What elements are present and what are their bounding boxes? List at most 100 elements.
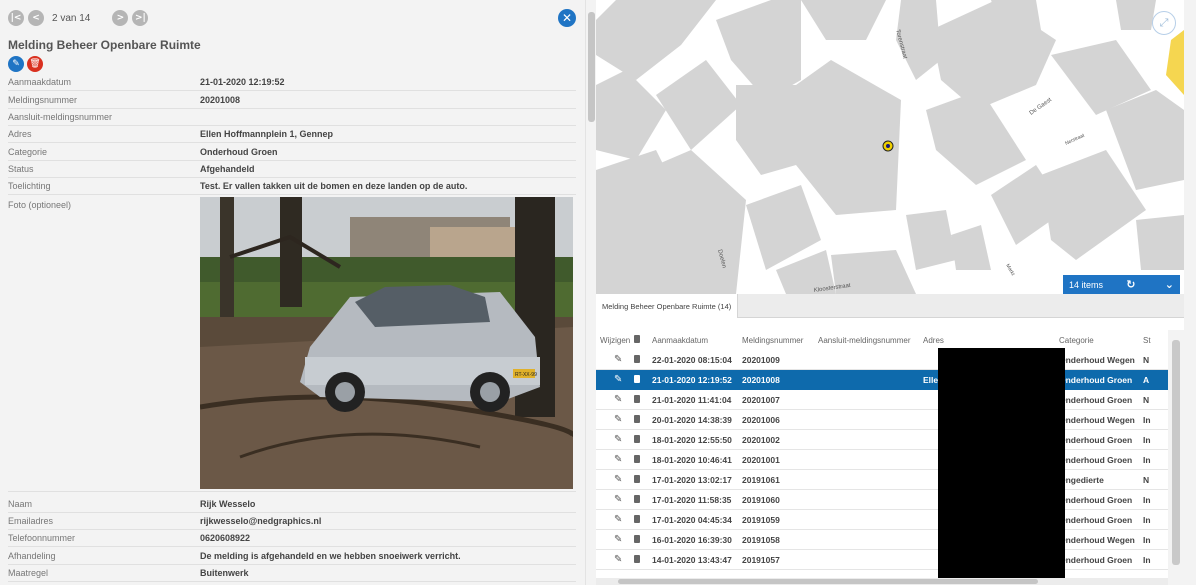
header-aanmaakdatum[interactable]: Aanmaakdatum (652, 336, 742, 345)
edit-row-icon[interactable]: ✎ (596, 374, 632, 385)
delete-button[interactable]: 🗑 (27, 56, 43, 72)
table-row[interactable]: ✎ 20-01-2020 14:38:39 20201006 Onderhoud We… (596, 410, 1168, 430)
table-row[interactable]: ✎ 17-01-2020 04:45:34 20191059 Onderhoud Gr… (596, 510, 1168, 530)
refresh-icon[interactable]: ↻ (1126, 278, 1135, 291)
table-row[interactable]: ✎ 18-01-2020 12:55:50 20201002 Onderhoud Gr… (596, 430, 1168, 450)
header-adres[interactable]: Adres (923, 336, 1059, 345)
edit-row-icon[interactable]: ✎ (596, 534, 632, 545)
field-row: Naam Rijk Wesselo (8, 495, 576, 513)
cell-categorie: Onderhoud Wegen (1059, 534, 1135, 545)
field-row: Aansluit-meldingsnummer (8, 109, 576, 126)
fullscreen-icon[interactable]: ⤢ (1152, 11, 1176, 35)
delete-row-icon[interactable] (632, 454, 652, 465)
cell-meldingsnummer: 20201002 (742, 434, 780, 445)
tab-melding-beheer[interactable]: Melding Beheer Openbare Ruimte (14) (596, 294, 739, 318)
cell-meldingsnummer: 20191057 (742, 554, 780, 565)
edit-row-icon[interactable]: ✎ (596, 394, 632, 405)
delete-row-icon[interactable] (632, 414, 652, 425)
edit-row-icon[interactable]: ✎ (596, 434, 632, 445)
table-row[interactable]: ✎21-01-2020 12:19:5220201008Ellen Hoffma… (596, 370, 1168, 390)
detail-title: Melding Beheer Openbare Ruimte (8, 38, 201, 52)
next-record-icon[interactable]: > (112, 10, 129, 26)
field-row: Adres Ellen Hoffmannplein 1, Gennep (8, 126, 576, 143)
edit-row-icon[interactable]: ✎ (596, 414, 632, 425)
map-view[interactable]: Torenstraat De Gaest Nerstraat Doelen Kl… (596, 0, 1184, 294)
delete-row-icon[interactable] (632, 394, 652, 405)
header-aansluit[interactable]: Aansluit-meldingsnummer (818, 336, 923, 345)
delete-row-icon[interactable] (632, 534, 652, 545)
edit-button[interactable]: ✎ (8, 56, 24, 72)
chevron-down-icon[interactable]: ⌄ (1165, 278, 1174, 291)
cell-meldingsnummer: 20201009 (742, 354, 780, 365)
detail-panel: |< < 2 van 14 > >| ✕ Melding Beheer Open… (0, 0, 585, 585)
table-row[interactable]: ✎ 17-01-2020 11:58:35 20191060 Onderhoud Gr… (596, 490, 1168, 510)
header-status[interactable]: St (1143, 336, 1168, 345)
table-row[interactable]: ✎ 16-01-2020 16:39:30 20191058 Onderhoud We… (596, 530, 1168, 550)
delete-row-icon[interactable] (632, 434, 652, 445)
field-row: Maatregel Buitenwerk (8, 565, 576, 582)
field-row: Aanmaakdatum 21-01-2020 12:19:52 (8, 74, 576, 91)
table-row[interactable]: ✎ 14-01-2020 13:43:47 20191057 Onderhoud Gr… (596, 550, 1168, 570)
header-meldingsnummer[interactable]: Meldingsnummer (742, 336, 818, 345)
header-wijzigen[interactable]: Wijzigen (596, 336, 632, 345)
delete-row-icon[interactable] (632, 354, 652, 365)
cell-meldingsnummer: 20201007 (742, 394, 780, 405)
close-icon[interactable]: ✕ (558, 9, 576, 27)
delete-row-icon[interactable] (632, 514, 652, 525)
cell-categorie: Onderhoud Wegen (1059, 354, 1135, 365)
cell-status: A (1143, 374, 1150, 385)
header-categorie[interactable]: Categorie (1059, 336, 1143, 345)
cell-aanmaakdatum: 16-01-2020 16:39:30 (652, 534, 732, 545)
scrollbar-thumb[interactable] (1172, 340, 1180, 565)
tab-bar: Melding Beheer Openbare Ruimte (14) (596, 294, 1184, 318)
cell-aanmaakdatum: 17-01-2020 13:02:17 (652, 474, 732, 485)
first-record-icon[interactable]: |< (8, 10, 24, 26)
delete-row-icon[interactable] (632, 474, 652, 485)
table-row[interactable]: ✎ 17-01-2020 13:02:17 20191061 Ongedierte N (596, 470, 1168, 490)
table-row[interactable]: ✎ 22-01-2020 08:15:04 20201009 Onderhoud We… (596, 350, 1168, 370)
edit-row-icon[interactable]: ✎ (596, 514, 632, 525)
scrollbar-thumb[interactable] (588, 12, 595, 122)
field-value: 20201008 (200, 94, 241, 105)
items-pill: 14 items ↻ ⌄ (1063, 275, 1180, 294)
field-row: Telefoonnummer 0620608922 (8, 530, 576, 547)
edit-row-icon[interactable]: ✎ (596, 554, 632, 565)
cell-aanmaakdatum: 17-01-2020 11:58:35 (652, 494, 732, 505)
detail-actions: ✎ 🗑 (8, 56, 46, 72)
field-label: Maatregel (8, 568, 49, 578)
field-value: Buitenwerk (200, 568, 249, 578)
field-label: Toelichting (8, 181, 51, 191)
delete-row-icon[interactable] (632, 554, 652, 565)
field-label: Meldingsnummer (8, 94, 78, 105)
edit-row-icon[interactable]: ✎ (596, 454, 632, 465)
results-table: Wijzigen Aanmaakdatum Meldingsnummer Aan… (596, 330, 1168, 585)
edit-row-icon[interactable]: ✎ (596, 474, 632, 485)
cell-status: N (1143, 394, 1150, 405)
cell-aanmaakdatum: 20-01-2020 14:38:39 (652, 414, 732, 425)
cell-meldingsnummer: 20191060 (742, 494, 780, 505)
cell-status: In (1143, 454, 1151, 465)
table-header: Wijzigen Aanmaakdatum Meldingsnummer Aan… (596, 330, 1168, 350)
delete-row-icon[interactable] (632, 494, 652, 505)
delete-row-icon[interactable] (632, 374, 652, 385)
field-value: Test. Er vallen takken uit de bomen en d… (200, 181, 468, 191)
right-edge (1184, 0, 1196, 585)
header-delete-icon (632, 335, 652, 345)
field-label: Emailadres (8, 516, 54, 526)
scrollbar-thumb[interactable] (618, 579, 1038, 584)
edit-row-icon[interactable]: ✎ (596, 354, 632, 365)
table-row[interactable]: ✎ 18-01-2020 10:46:41 20201001 Onderhoud Gr… (596, 450, 1168, 470)
cell-categorie: Onderhoud Groen (1059, 394, 1133, 405)
cell-meldingsnummer: 20201001 (742, 454, 780, 465)
cell-aanmaakdatum: 22-01-2020 08:15:04 (652, 354, 732, 365)
field-label: Naam (8, 498, 33, 509)
detail-scrollbar[interactable] (585, 0, 596, 585)
table-scrollbar[interactable] (1168, 330, 1184, 585)
edit-row-icon[interactable]: ✎ (596, 494, 632, 505)
table-hscrollbar[interactable] (596, 578, 1168, 585)
record-navigation: |< < 2 van 14 > >| (8, 9, 152, 27)
last-record-icon[interactable]: >| (132, 10, 149, 26)
table-row[interactable]: ✎ 21-01-2020 11:41:04 20201007 Onderhoud Gr… (596, 390, 1168, 410)
cell-status: In (1143, 434, 1151, 445)
previous-record-icon[interactable]: < (28, 10, 44, 26)
